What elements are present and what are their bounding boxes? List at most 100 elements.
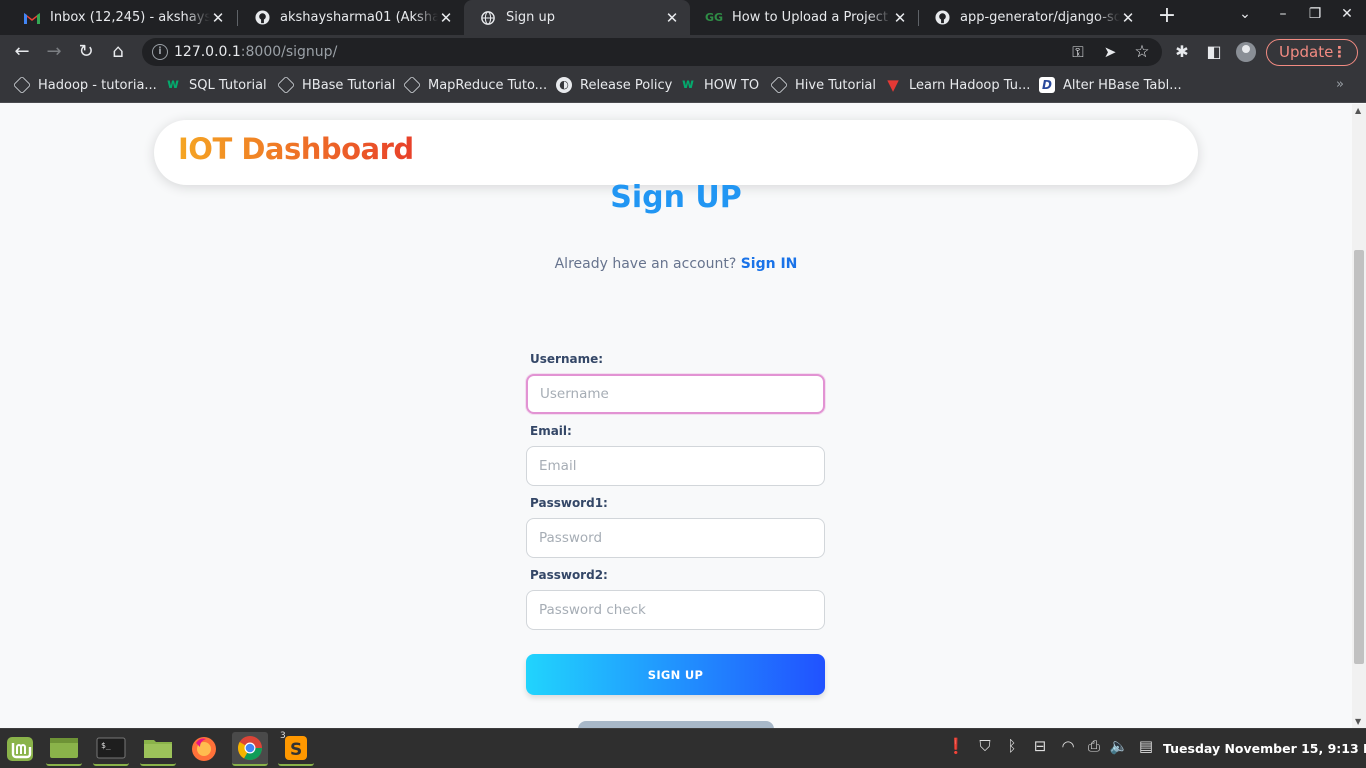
- browser-tab-strip: Inbox (12,245) - akshaysharm ✕ akshaysha…: [0, 0, 1366, 35]
- url-text: 127.0.0.1:8000/signup/: [174, 44, 337, 60]
- tab-title: app-generator/django-soft: [960, 10, 1120, 25]
- profile-avatar[interactable]: [1236, 42, 1256, 62]
- signup-button[interactable]: SIGN UP: [526, 654, 825, 695]
- notification-icon[interactable]: ❗: [945, 737, 967, 755]
- tab-github-repo[interactable]: app-generator/django-soft ✕: [918, 0, 1146, 35]
- password1-input[interactable]: [526, 518, 825, 558]
- files-folder-icon[interactable]: [140, 732, 176, 766]
- bookmark-label: Learn Hadoop Tu...: [909, 77, 1031, 93]
- bookmark-label: HOW TO: [704, 77, 760, 93]
- scroll-up-icon[interactable]: ▲: [1355, 106, 1361, 115]
- svg-text:S: S: [290, 740, 302, 760]
- bookmark-hbase-tutorial[interactable]: HBase Tutorial: [276, 75, 396, 95]
- top-navbar: IOT Dashboard: [154, 120, 1198, 185]
- bookmark-site-icon: [276, 75, 296, 95]
- signup-form: Username: Email: Password1: Password2: S…: [526, 352, 826, 695]
- email-input[interactable]: [526, 446, 825, 486]
- back-icon[interactable]: ←: [10, 40, 34, 64]
- username-label: Username:: [530, 352, 604, 366]
- bookmark-label: Release Policy: [580, 77, 673, 93]
- bookmark-hive-tutorial[interactable]: Hive Tutorial: [769, 75, 877, 95]
- username-input[interactable]: [526, 374, 825, 414]
- password1-label: Password1:: [530, 496, 608, 510]
- printer-icon[interactable]: ⎙: [1083, 737, 1105, 755]
- firefox-icon[interactable]: [186, 732, 222, 766]
- drive-icon[interactable]: ⊟: [1029, 737, 1051, 755]
- tab-gmail[interactable]: Inbox (12,245) - akshaysharm ✕: [8, 0, 236, 35]
- send-icon[interactable]: ➤: [1098, 40, 1122, 64]
- letter-d-icon: D: [1039, 77, 1055, 93]
- sublime-text-icon[interactable]: S 3: [278, 731, 314, 766]
- minimize-icon[interactable]: –: [1273, 6, 1293, 22]
- page-scrollbar[interactable]: ▲ ▼: [1352, 104, 1366, 728]
- tab-github-profile[interactable]: akshaysharma01 (Akshay Sh ✕: [238, 0, 464, 35]
- reload-icon[interactable]: ↻: [74, 40, 98, 64]
- tab-title: akshaysharma01 (Akshay Sh: [280, 10, 438, 25]
- bluetooth-icon[interactable]: ᛒ: [1001, 737, 1023, 755]
- menu-dots-icon: ⋮: [1332, 43, 1347, 61]
- bookmark-mapreduce-tutorial[interactable]: MapReduce Tuto...: [402, 75, 547, 95]
- partially-visible-element: [578, 721, 774, 728]
- new-tab-icon[interactable]: +: [1156, 5, 1178, 27]
- bookmark-hadoop-tutorial[interactable]: Hadoop - tutoria...: [12, 75, 157, 95]
- home-icon[interactable]: ⌂: [106, 40, 130, 64]
- update-button[interactable]: Update ⋮: [1266, 39, 1358, 66]
- wifi-icon[interactable]: ◠: [1057, 737, 1079, 755]
- globe-icon: [480, 10, 496, 26]
- window-count-badge: 3: [280, 731, 286, 741]
- volume-icon[interactable]: 🔈: [1108, 737, 1130, 755]
- key-icon[interactable]: ⚿: [1066, 40, 1090, 64]
- password2-label: Password2:: [530, 568, 608, 582]
- geeksforgeeks-icon: GG: [704, 11, 724, 24]
- signin-link[interactable]: Sign IN: [741, 256, 798, 272]
- globe-icon: ◐: [556, 77, 572, 93]
- address-bar[interactable]: i 127.0.0.1:8000/signup/ ⚿ ➤ ☆: [142, 38, 1162, 66]
- bookmark-learn-hadoop[interactable]: ▼ Learn Hadoop Tu...: [885, 77, 1030, 93]
- close-tab-icon[interactable]: ✕: [210, 9, 226, 27]
- url-path: :8000/signup/: [240, 44, 338, 60]
- url-host: 127.0.0.1: [174, 44, 241, 60]
- bookmark-label: Hadoop - tutoria...: [38, 77, 157, 93]
- forward-icon[interactable]: →: [42, 40, 66, 64]
- show-desktop-icon[interactable]: [46, 732, 82, 766]
- bookmark-site-icon: [769, 75, 789, 95]
- maximize-icon[interactable]: ❐: [1305, 6, 1325, 22]
- extensions-icon[interactable]: ✱: [1170, 40, 1194, 64]
- gmail-icon: [24, 10, 40, 26]
- close-tab-icon[interactable]: ✕: [664, 9, 680, 27]
- scrollbar-thumb[interactable]: [1354, 250, 1364, 664]
- tab-sign-up[interactable]: Sign up ✕: [464, 0, 690, 35]
- terminal-icon[interactable]: $_: [93, 732, 129, 766]
- close-tab-icon[interactable]: ✕: [1120, 9, 1136, 27]
- mint-menu-icon[interactable]: [2, 732, 38, 766]
- site-info-icon[interactable]: i: [152, 44, 168, 60]
- chrome-icon[interactable]: [232, 732, 268, 766]
- email-label: Email:: [530, 424, 572, 438]
- bookmark-star-icon[interactable]: ☆: [1130, 40, 1154, 64]
- close-tab-icon[interactable]: ✕: [438, 9, 454, 27]
- bookmark-sql-tutorial[interactable]: w SQL Tutorial: [165, 77, 267, 93]
- bookmark-alter-hbase[interactable]: D Alter HBase Tabl...: [1039, 77, 1182, 93]
- notes-icon[interactable]: ▤: [1135, 737, 1157, 755]
- github-icon: [254, 10, 270, 26]
- bookmark-release-policy[interactable]: ◐ Release Policy: [556, 77, 672, 93]
- tab-title: How to Upload a Project on: [732, 10, 892, 25]
- shield-update-icon[interactable]: ⛉: [974, 737, 996, 755]
- tab-search-icon[interactable]: ⌄: [1235, 6, 1255, 22]
- already-account-text: Already have an account?: [554, 256, 737, 272]
- os-taskbar: $_ S 3 ❗ ⛉ ᛒ ⊟ ◠ ⎙ 🔈 ▤ Tuesday November …: [0, 728, 1366, 768]
- bookmark-how-to[interactable]: w HOW TO: [680, 77, 759, 93]
- side-panel-icon[interactable]: ◧: [1202, 40, 1226, 64]
- youtube-style-icon: ▼: [887, 76, 899, 94]
- brand-logo-text[interactable]: IOT Dashboard: [178, 132, 414, 166]
- tab-geeksforgeeks[interactable]: GG How to Upload a Project on ✕: [690, 0, 918, 35]
- scroll-down-icon[interactable]: ▼: [1355, 717, 1361, 726]
- close-tab-icon[interactable]: ✕: [892, 9, 908, 27]
- bookmark-label: HBase Tutorial: [302, 77, 396, 93]
- page-viewport: IOT Dashboard Sign UP Already have an ac…: [0, 104, 1352, 728]
- more-bookmarks-icon[interactable]: »: [1336, 77, 1344, 92]
- close-window-icon[interactable]: ✕: [1337, 6, 1357, 22]
- taskbar-clock[interactable]: Tuesday November 15, 9:13 PM: [1163, 741, 1366, 756]
- bookmark-label: Hive Tutorial: [795, 77, 877, 93]
- password2-input[interactable]: [526, 590, 825, 630]
